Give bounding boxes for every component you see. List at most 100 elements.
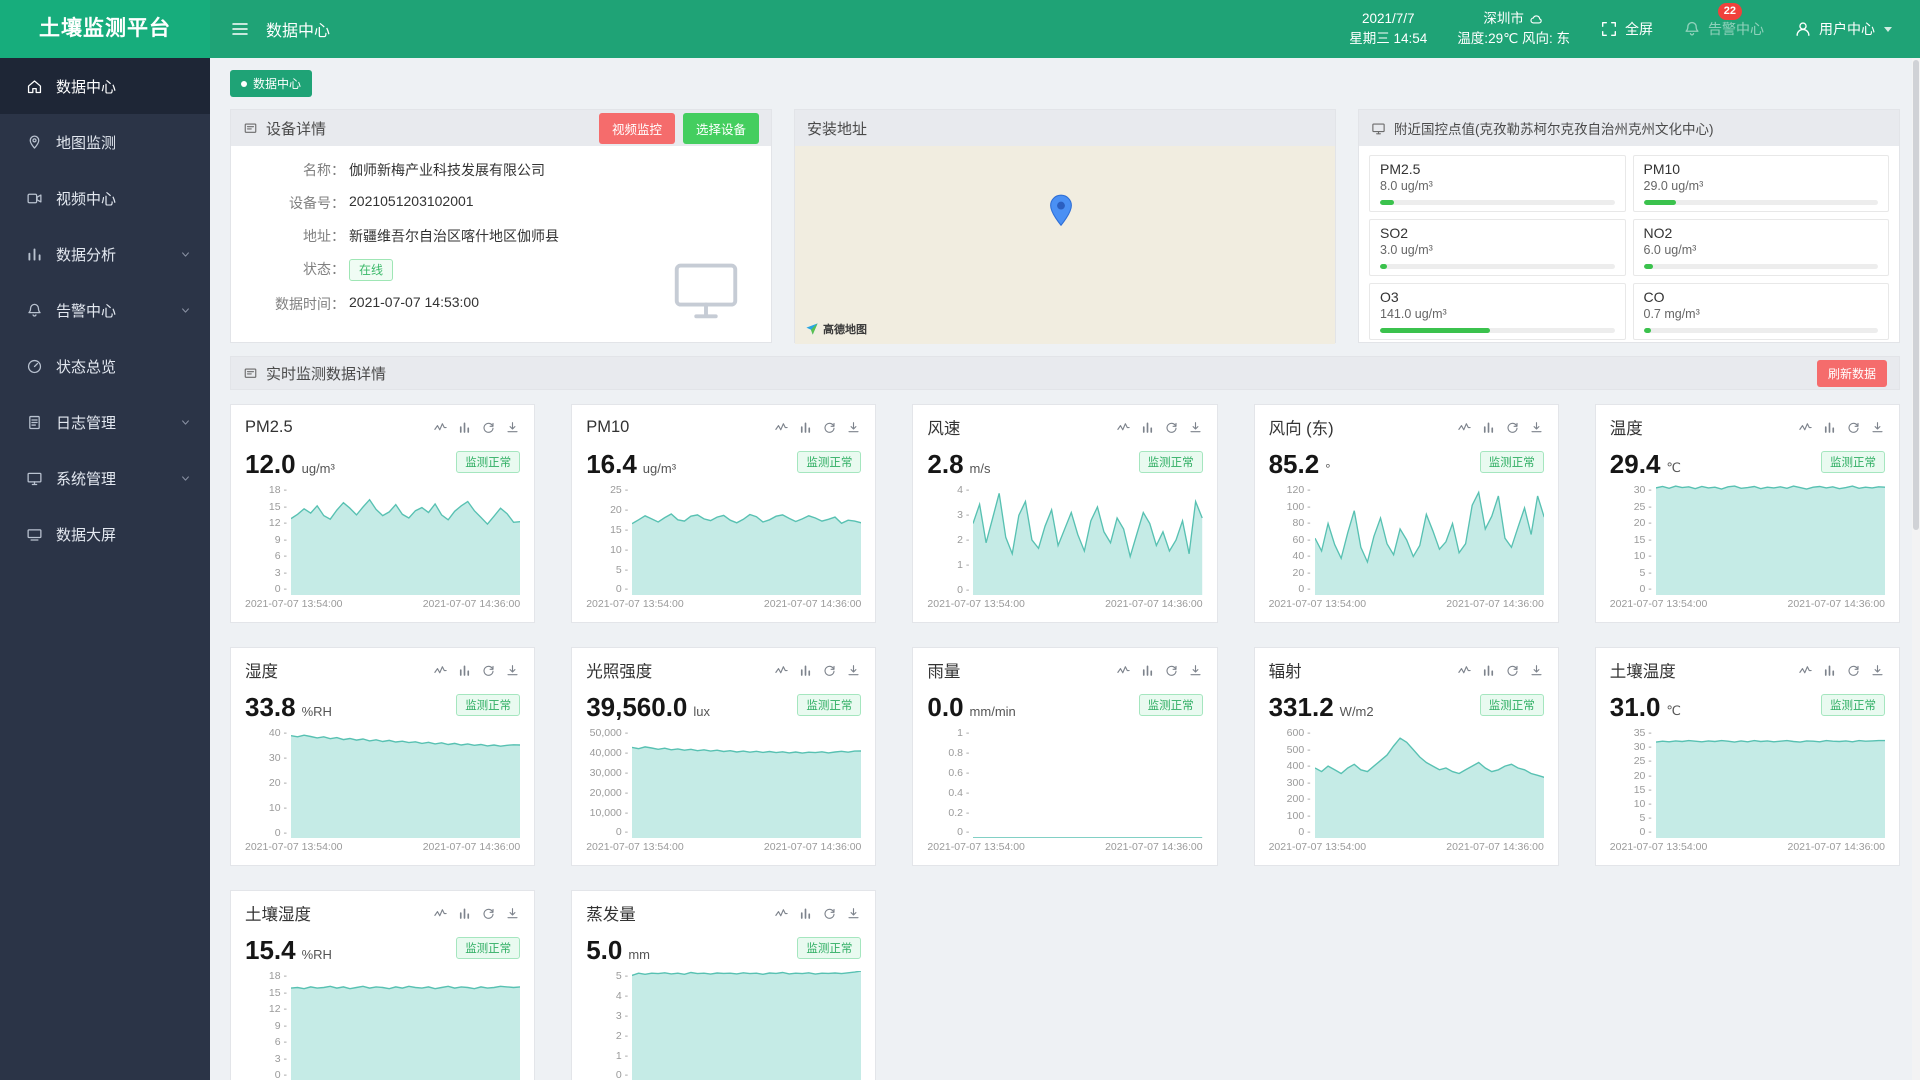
refresh-data-button[interactable]: 刷新数据 xyxy=(1816,359,1887,387)
bar-chart-icon[interactable] xyxy=(798,906,813,921)
x-end-label: 2021-07-07 14:36:00 xyxy=(1787,841,1886,853)
line-chart-icon[interactable] xyxy=(1457,420,1472,435)
refresh-icon[interactable] xyxy=(1846,420,1861,435)
card-value: 39,560.0 xyxy=(586,692,688,723)
bar-chart-icon[interactable] xyxy=(1822,420,1837,435)
sidebar-item-label: 视频中心 xyxy=(56,190,117,208)
refresh-icon[interactable] xyxy=(822,420,837,435)
bar-chart-icon[interactable] xyxy=(457,663,472,678)
select-device-button[interactable]: 选择设备 xyxy=(682,112,759,144)
bar-chart-icon[interactable] xyxy=(457,420,472,435)
sidebar-item-8[interactable]: 系统管理 xyxy=(0,450,210,506)
sidebar-nav: 数据中心 地图监测视频中心数据分析 告警中心 状态总览 日志管理 系统管理 数据大屏 xyxy=(0,58,210,562)
download-icon[interactable] xyxy=(846,420,861,435)
bar-chart-icon[interactable] xyxy=(1140,420,1155,435)
line-chart-icon[interactable] xyxy=(774,906,789,921)
y-tick-label: 10 - xyxy=(1633,550,1652,563)
alarm-center-button[interactable]: 22 告警中心 xyxy=(1683,3,1764,39)
breadcrumb-tag[interactable]: 数据中心 xyxy=(230,70,313,97)
y-tick-label: 0.2 - xyxy=(948,806,970,819)
x-start-label: 2021-07-07 13:54:00 xyxy=(586,598,684,610)
sidebar-item-4[interactable]: 数据分析 xyxy=(0,226,210,282)
bar-chart-icon[interactable] xyxy=(1140,663,1155,678)
refresh-icon[interactable] xyxy=(481,663,496,678)
map-marker-icon[interactable] xyxy=(1049,194,1073,227)
fullscreen-button[interactable]: 全屏 xyxy=(1600,19,1653,39)
download-icon[interactable] xyxy=(1870,420,1885,435)
refresh-icon[interactable] xyxy=(481,906,496,921)
sidebar-item-1[interactable]: 数据中心 xyxy=(0,58,210,114)
refresh-icon[interactable] xyxy=(822,906,837,921)
y-tick-label: 0.8 - xyxy=(948,746,970,759)
card-value: 331.2 xyxy=(1268,692,1334,723)
bar-chart-icon[interactable] xyxy=(798,420,813,435)
download-icon[interactable] xyxy=(1870,663,1885,678)
line-chart-icon[interactable] xyxy=(1457,663,1472,678)
refresh-icon[interactable] xyxy=(1505,420,1520,435)
download-icon[interactable] xyxy=(505,663,520,678)
line-chart-icon[interactable] xyxy=(433,906,448,921)
refresh-icon[interactable] xyxy=(822,663,837,678)
y-tick-label: 0 - xyxy=(957,583,970,596)
y-tick-label: 15 - xyxy=(610,523,629,536)
bar-chart-icon[interactable] xyxy=(1481,663,1496,678)
download-icon[interactable] xyxy=(505,906,520,921)
refresh-icon[interactable] xyxy=(1846,663,1861,678)
scrollbar-thumb[interactable] xyxy=(1913,60,1919,531)
amap-logo: 高德地图 xyxy=(805,321,867,337)
user-center-button[interactable]: 用户中心 xyxy=(1794,19,1892,39)
y-tick-label: 2 - xyxy=(615,1029,629,1042)
x-end-label: 2021-07-07 14:36:00 xyxy=(1105,841,1203,853)
header-date: 2021/7/7 xyxy=(1362,11,1415,27)
device-panel-body: 名称： 伽师新梅产业科技发展有限公司 设备号： 2021051203102001… xyxy=(231,146,771,344)
menu-toggle-icon[interactable] xyxy=(230,19,250,39)
realtime-section-title: 实时监测数据详情 xyxy=(266,365,387,383)
card-title: 光照强度 xyxy=(586,663,653,681)
card-value: 33.8 xyxy=(245,692,296,723)
video-monitor-button[interactable]: 视频监控 xyxy=(598,112,675,144)
refresh-icon[interactable] xyxy=(1505,663,1520,678)
card-chart: 25 - 20 - 15 - 10 - 5 - 0 - xyxy=(586,485,862,595)
card-title: 风速 xyxy=(927,420,961,438)
bar-chart-icon[interactable] xyxy=(457,906,472,921)
refresh-icon[interactable] xyxy=(481,420,496,435)
download-icon[interactable] xyxy=(1188,420,1203,435)
line-chart-icon[interactable] xyxy=(1798,420,1813,435)
download-icon[interactable] xyxy=(1188,663,1203,678)
line-chart-icon[interactable] xyxy=(774,663,789,678)
bar-chart-icon[interactable] xyxy=(1822,663,1837,678)
line-chart-icon[interactable] xyxy=(433,420,448,435)
sidebar-item-2[interactable]: 地图监测 xyxy=(0,114,210,170)
y-tick-label: 20 - xyxy=(610,503,629,516)
y-tick-label: 100 - xyxy=(1286,500,1311,513)
card-unit: m/s xyxy=(969,461,991,476)
sidebar-item-5[interactable]: 告警中心 xyxy=(0,282,210,338)
sidebar-item-3[interactable]: 视频中心 xyxy=(0,170,210,226)
y-tick-label: 10,000 - xyxy=(589,806,629,819)
bar-chart-icon[interactable] xyxy=(798,663,813,678)
sidebar-item-9[interactable]: 数据大屏 xyxy=(0,506,210,562)
map-canvas[interactable]: 高德地图 xyxy=(795,146,1335,344)
download-icon[interactable] xyxy=(505,420,520,435)
y-tick-label: 9 - xyxy=(274,1019,287,1032)
download-icon[interactable] xyxy=(1529,420,1544,435)
y-tick-label: 20,000 - xyxy=(589,786,629,799)
line-chart-icon[interactable] xyxy=(1116,420,1131,435)
sidebar-item-6[interactable]: 状态总览 xyxy=(0,338,210,394)
line-chart-icon[interactable] xyxy=(1116,663,1131,678)
download-icon[interactable] xyxy=(846,663,861,678)
y-tick-label: 30,000 - xyxy=(589,766,629,779)
line-chart-icon[interactable] xyxy=(774,420,789,435)
monitor-glyph xyxy=(667,263,745,319)
download-icon[interactable] xyxy=(846,906,861,921)
download-icon[interactable] xyxy=(1529,663,1544,678)
panel-icon xyxy=(243,120,258,137)
sidebar: 数据中心 地图监测视频中心数据分析 告警中心 状态总览 日志管理 系统管理 数据大屏 xyxy=(0,58,210,1080)
line-chart-icon[interactable] xyxy=(1798,663,1813,678)
bar-chart-icon[interactable] xyxy=(1481,420,1496,435)
page-scrollbar[interactable] xyxy=(1912,58,1920,1080)
refresh-icon[interactable] xyxy=(1164,663,1179,678)
sidebar-item-7[interactable]: 日志管理 xyxy=(0,394,210,450)
refresh-icon[interactable] xyxy=(1164,420,1179,435)
line-chart-icon[interactable] xyxy=(433,663,448,678)
